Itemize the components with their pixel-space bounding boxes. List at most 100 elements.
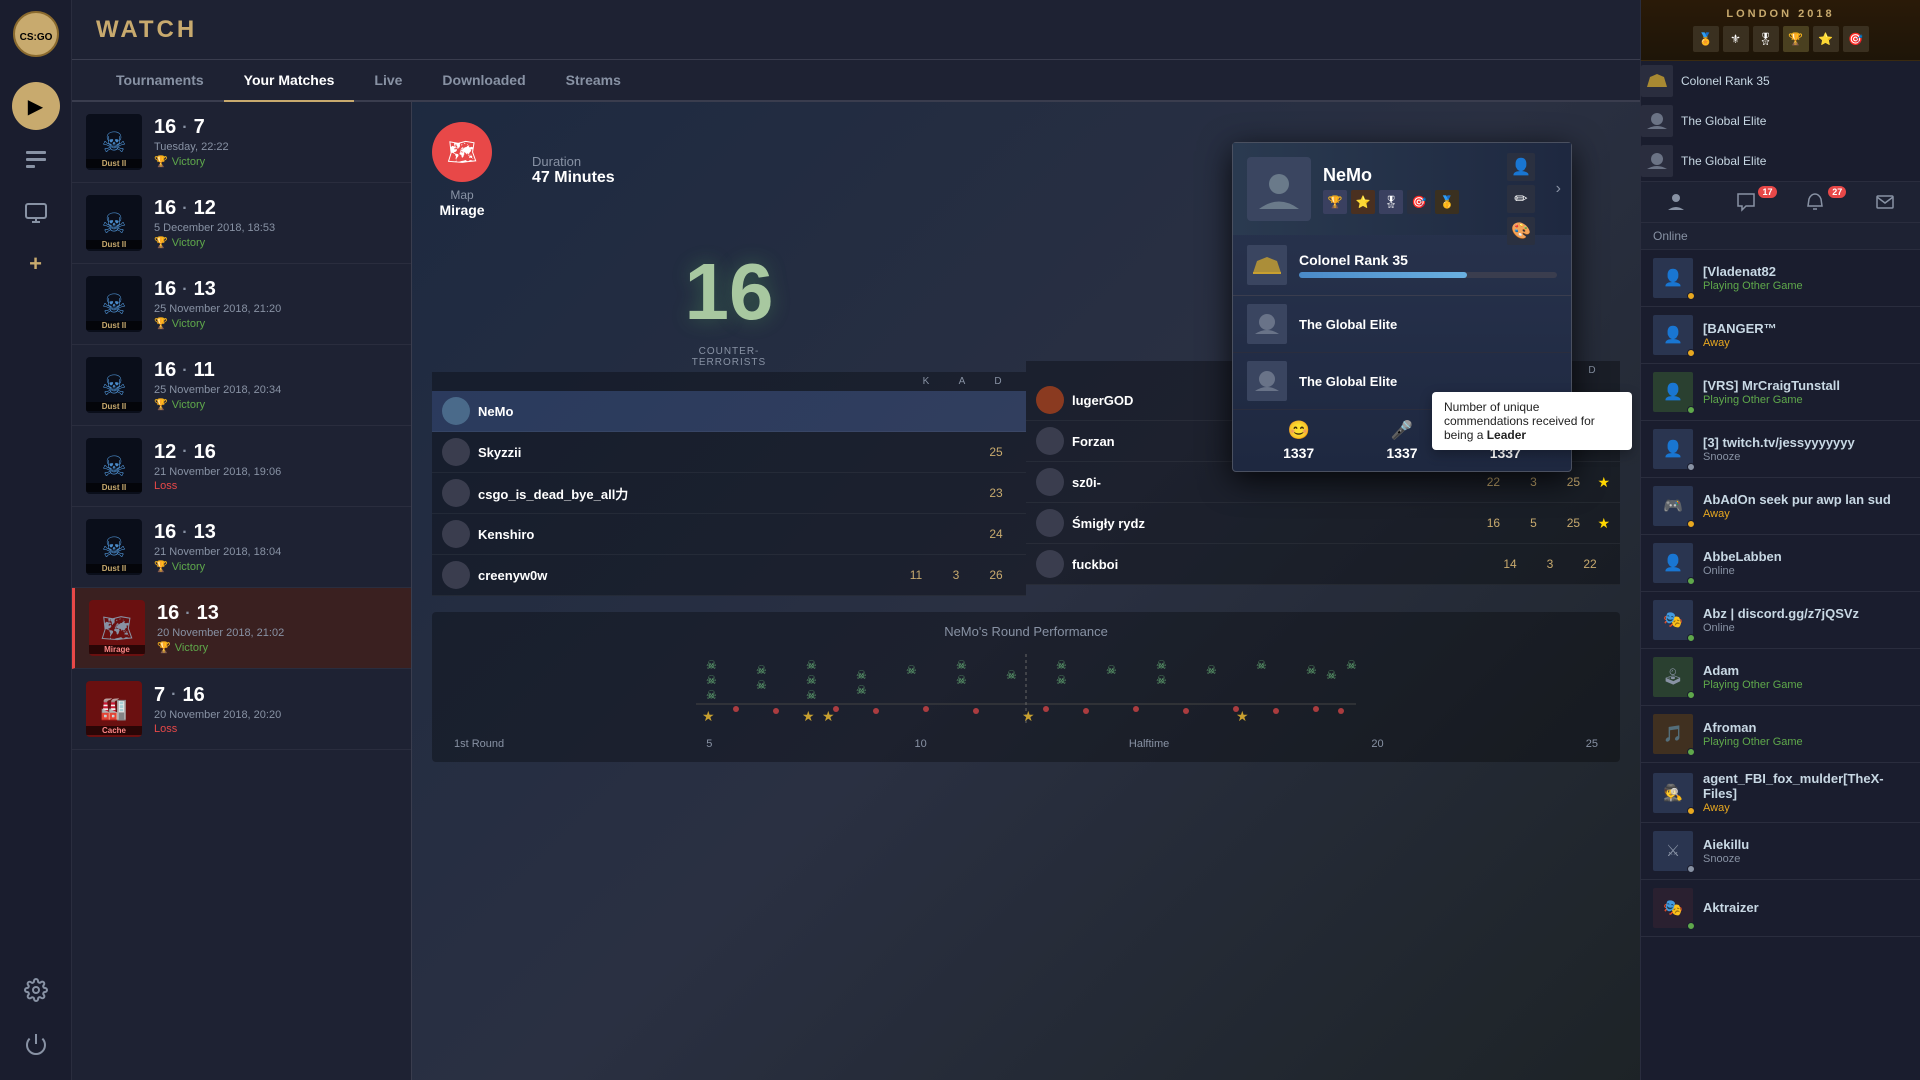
friend-info: AbAdOn seek pur awp lan sud Away [1703,492,1908,520]
player-deaths: 25 [976,445,1016,459]
round-perf-title: NeMo's Round Performance [444,624,1608,639]
friends-header-tabs: 17 27 [1641,182,1920,223]
match-item[interactable]: 🏭 Cache 7 · 16 20 November 2018, 20:20 L… [72,669,411,750]
match-item[interactable]: ☠ Dust II 16 · 13 21 November 2018, 18:0… [72,507,411,588]
svg-text:☠: ☠ [1056,658,1067,672]
player-deaths: 24 [976,527,1016,541]
round-performance: NeMo's Round Performance ☠ ☠ ☠ ☠ ☠ ☠ [432,612,1620,762]
round-chart: ☠ ☠ ☠ ☠ ☠ ☠ ☠ ☠ ☠ ☠ ☠ ☠ ☠ ☠ [444,649,1608,729]
profile-badge: 🏆 [1323,190,1347,214]
tv-button[interactable] [14,190,58,234]
player-avatar [1036,468,1064,496]
add-button[interactable]: + [14,242,58,286]
svg-text:☠: ☠ [1156,658,1167,672]
profile-color-button[interactable]: 🎨 [1507,217,1535,245]
friend-avatar: ⚔ [1653,831,1693,871]
commend-friendly-val: 1337 [1283,445,1314,461]
power-button[interactable] [14,1022,58,1066]
svg-text:☠: ☠ [1006,668,1017,682]
profile-next-arrow[interactable]: › [1556,180,1561,198]
london-badge: ⚜ [1723,26,1749,52]
rank-row: Colonel Rank 35 [1641,61,1920,101]
friend-item[interactable]: 🎭 Abz | discord.gg/z7jQSVz Online [1641,592,1920,649]
friends-tab-mail[interactable] [1850,182,1920,222]
match-item[interactable]: ☠ Dust II 16 · 12 5 December 2018, 18:53… [72,183,411,264]
csgo-logo[interactable]: CS:GO [12,10,60,58]
friend-item[interactable]: 👤 [Vladenat82 Playing Other Game [1641,250,1920,307]
duration-val: 47 Minutes [532,169,615,187]
player-row[interactable]: Kenshiro 24 [432,514,1026,555]
friend-item[interactable]: 🎭 Aktraizer [1641,880,1920,937]
match-date: 21 November 2018, 19:06 [154,466,397,478]
match-item[interactable]: ☠ Dust II 16 · 7 Tuesday, 22:22 🏆 Victor… [72,102,411,183]
match-score: 12 · 16 [154,441,397,464]
player-row[interactable]: fuckboi 14 3 22 [1026,544,1620,585]
chat-badge: 17 [1758,186,1776,198]
london-badge: 🏆 [1783,26,1809,52]
london-badges: 🏅 ⚜ 🎖 🏆 ⭐ 🎯 [1653,26,1908,52]
tab-your-matches[interactable]: Your Matches [224,60,355,102]
player-row[interactable]: Śmigły rydz 16 5 25 ★ [1026,503,1620,544]
friend-avatar: 👤 [1653,543,1693,583]
player-avatar [442,561,470,589]
friend-name: AbbeLabben [1703,549,1908,564]
player-row[interactable]: NeMo [432,391,1026,432]
play-button[interactable]: ▶ [12,82,60,130]
friend-name: agent_FBI_fox_mulder[TheX-Files] [1703,771,1908,801]
inventory-button[interactable] [14,138,58,182]
friend-status: Online [1703,565,1908,577]
map-info: 🗺 Map Mirage [432,122,492,218]
player-assists: 5 [1513,516,1553,530]
svg-text:☠: ☠ [756,663,767,677]
match-info: 7 · 16 20 November 2018, 20:20 Loss [154,684,397,735]
friend-item[interactable]: 🎮 AbAdOn seek pur awp lan sud Away [1641,478,1920,535]
player-row[interactable]: creenyw0w 11 3 26 [432,555,1026,596]
player-row[interactable]: Skyzzii 25 [432,432,1026,473]
friend-name: [Vladenat82 [1703,264,1908,279]
friend-status: Away [1703,508,1908,520]
friend-item[interactable]: ⚔ Aiekillu Snooze [1641,823,1920,880]
friend-item[interactable]: 👤 [BANGER™ Away [1641,307,1920,364]
ct-skull-icon: ☠ [101,207,126,240]
player-deaths: 23 [976,486,1016,500]
tab-downloaded[interactable]: Downloaded [422,60,545,102]
profile-edit-button[interactable]: ✏ [1507,185,1535,213]
friend-item[interactable]: 👤 [VRS] MrCraigTunstall Playing Other Ga… [1641,364,1920,421]
match-score: 16 · 13 [154,521,397,544]
london-badge: 🎯 [1843,26,1869,52]
player-name: Śmigły rydz [1072,516,1473,531]
profile-view-button[interactable]: 👤 [1507,153,1535,181]
friends-tab-profile[interactable] [1641,182,1711,222]
player-avatar [1036,427,1064,455]
status-dot [1687,922,1695,930]
svg-text:☠: ☠ [906,663,917,677]
svg-text:☠: ☠ [856,683,867,697]
match-item[interactable]: ☠ Dust II 16 · 11 25 November 2018, 20:3… [72,345,411,426]
match-item[interactable]: ☠ Dust II 12 · 16 21 November 2018, 19:0… [72,426,411,507]
tab-streams[interactable]: Streams [546,60,641,102]
header: WATCH [72,0,1640,60]
friends-tab-notifications[interactable]: 27 [1781,182,1851,222]
player-row[interactable]: csgo_is_dead_bye_all力 23 [432,473,1026,514]
friend-name: Afroman [1703,720,1908,735]
match-item[interactable]: ☠ Dust II 16 · 13 25 November 2018, 21:2… [72,264,411,345]
player-name: NeMo [478,404,896,419]
match-detail: 🗺 Map Mirage Duration 47 Minutes 16 [412,102,1640,1080]
tab-live[interactable]: Live [354,60,422,102]
match-item-active[interactable]: 🗺 Mirage 16 · 13 20 November 2018, 21:02… [72,588,411,669]
friend-item[interactable]: 👤 AbbeLabben Online [1641,535,1920,592]
tooltip-popup: Number of unique commendations received … [1432,392,1632,450]
rank-info: Colonel Rank 35 [1299,252,1557,278]
friend-item[interactable]: 👤 [3] twitch.tv/jessyyyyyyy Snooze [1641,421,1920,478]
match-info: 16 · 7 Tuesday, 22:22 🏆 Victory [154,116,397,168]
friend-item[interactable]: 🎵 Afroman Playing Other Game [1641,706,1920,763]
london-badge: ⭐ [1813,26,1839,52]
match-date: 21 November 2018, 18:04 [154,546,397,558]
friend-item[interactable]: 🕵 agent_FBI_fox_mulder[TheX-Files] Away [1641,763,1920,823]
friends-tab-chat[interactable]: 17 [1711,182,1781,222]
friend-item[interactable]: 🕹 Adam Playing Other Game [1641,649,1920,706]
match-score: 16 · 13 [157,602,397,625]
tab-tournaments[interactable]: Tournaments [96,60,224,102]
player-avatar [442,479,470,507]
settings-button[interactable] [14,968,58,1012]
